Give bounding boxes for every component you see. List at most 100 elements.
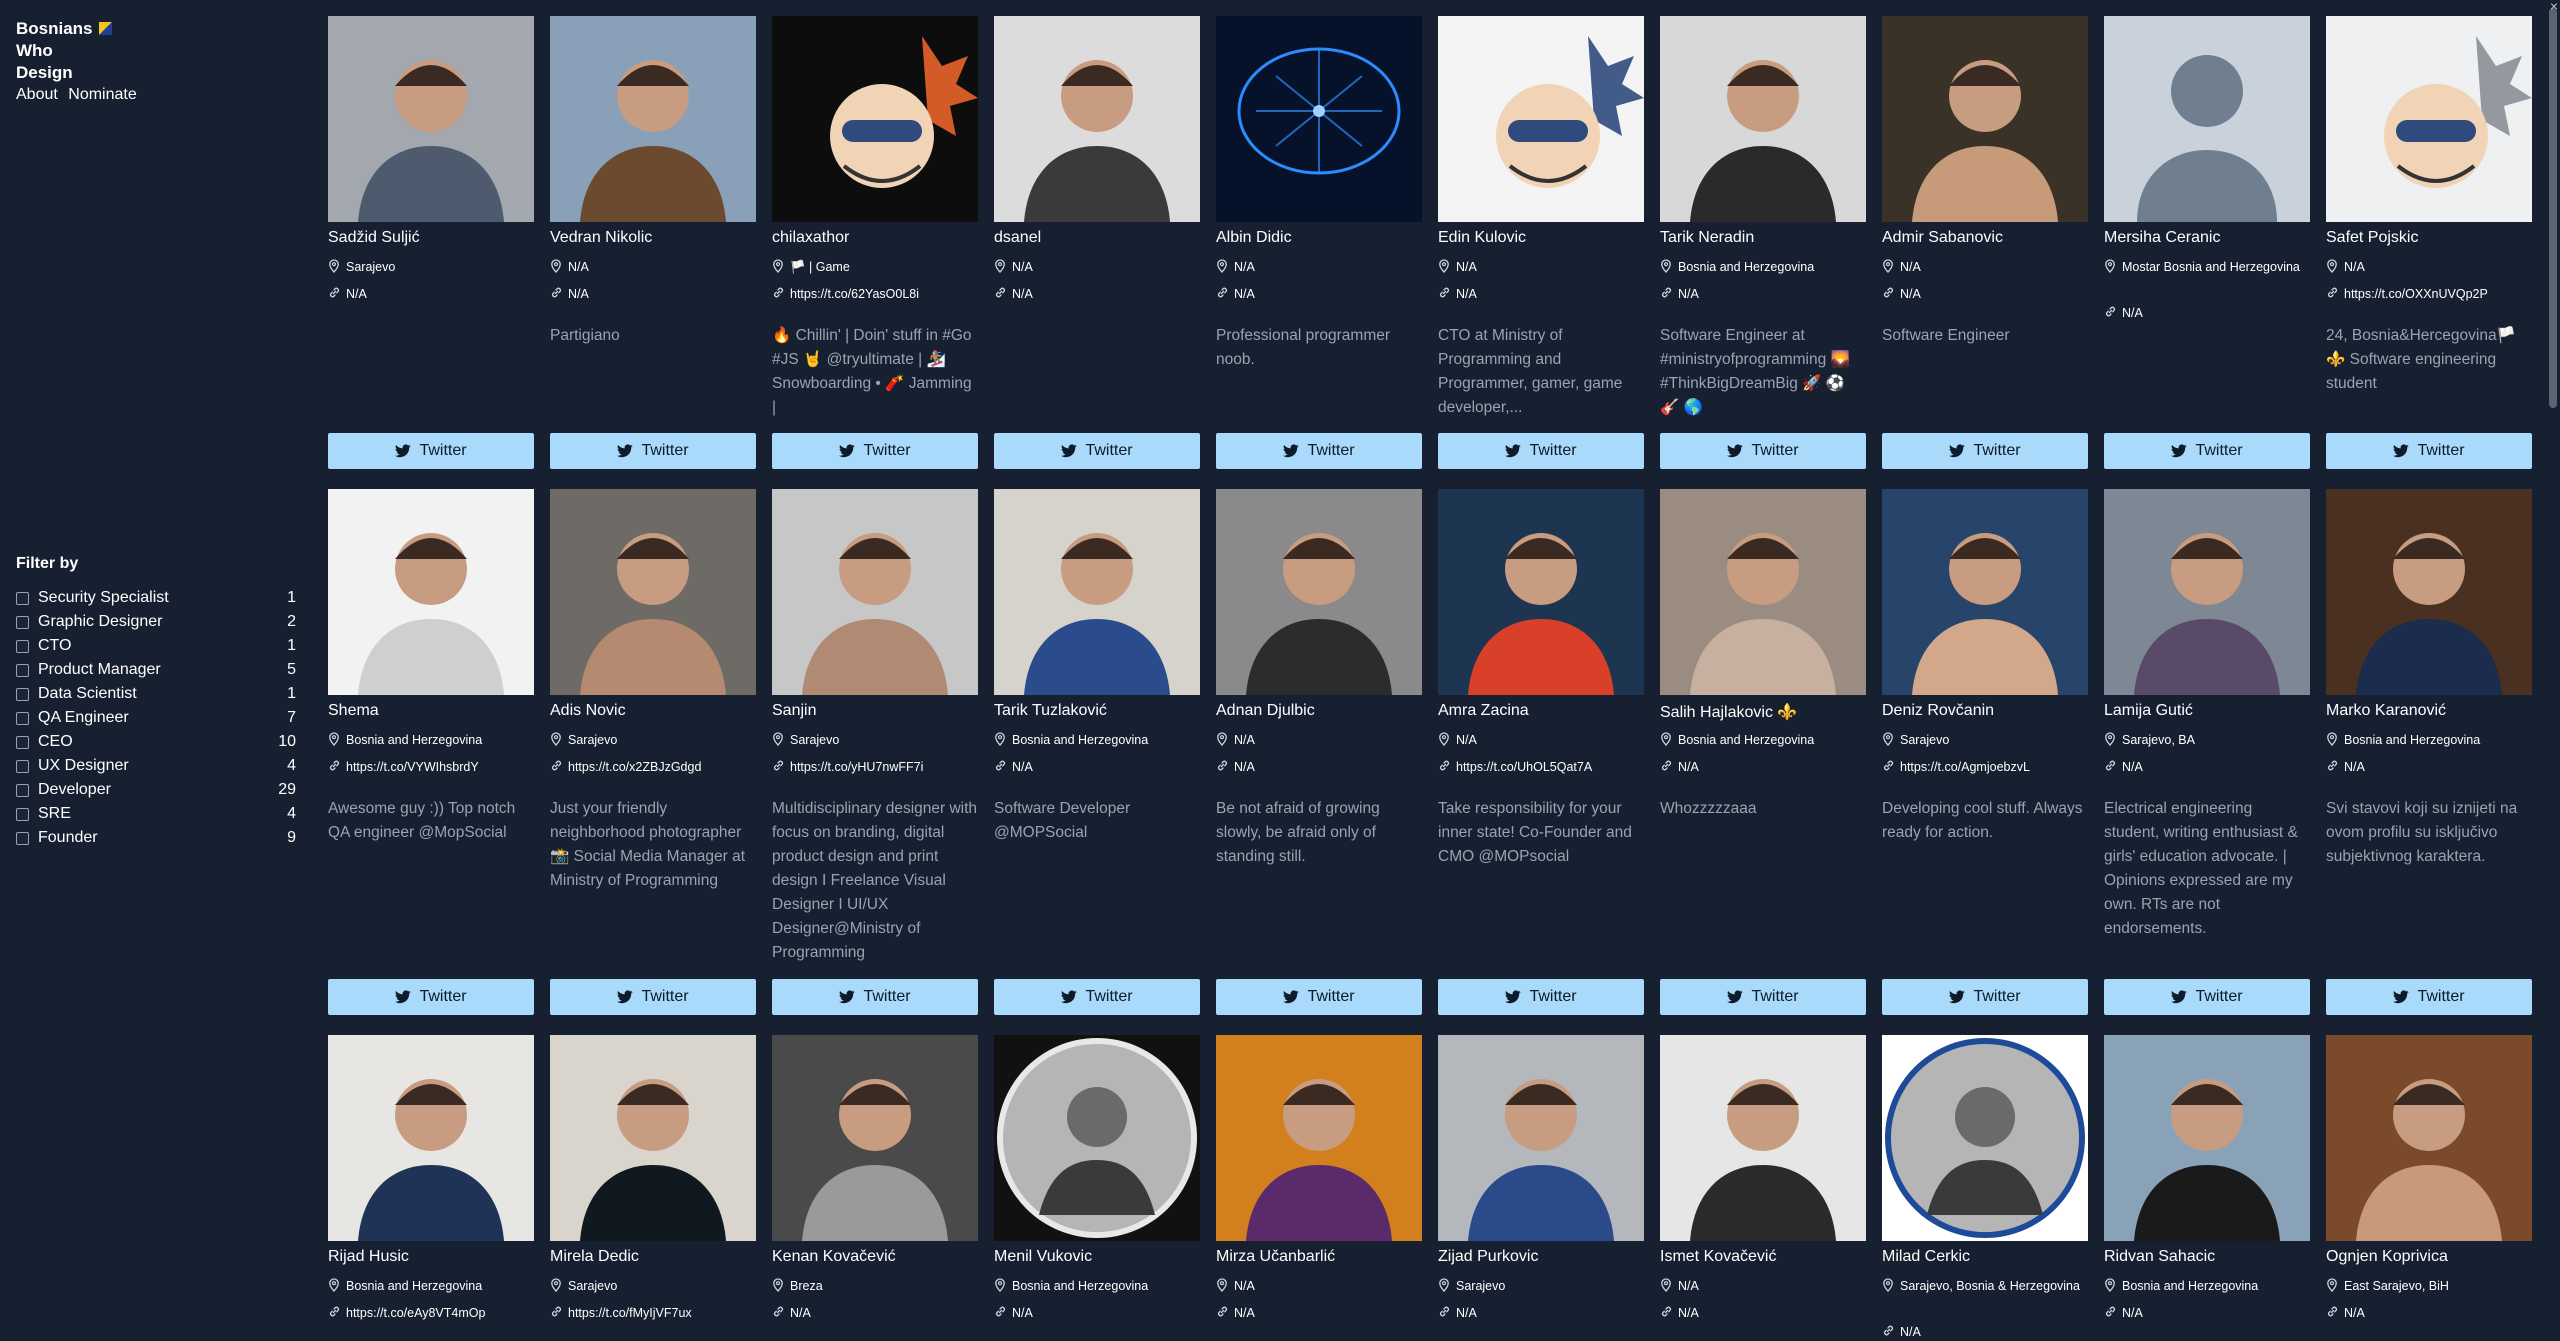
profile-link: https://t.co/fMyIjVF7ux <box>550 1305 756 1322</box>
location-text: Bosnia and Herzegovina <box>2122 1279 2259 1293</box>
link-text[interactable]: N/A <box>1456 286 1644 303</box>
link-text[interactable]: N/A <box>790 1305 978 1322</box>
twitter-button[interactable]: Twitter <box>1438 433 1644 469</box>
filter-checkbox[interactable] <box>16 615 29 629</box>
twitter-button[interactable]: Twitter <box>1216 979 1422 1015</box>
filter-item[interactable]: UX Designer 4 <box>16 754 296 778</box>
link-text[interactable]: https://t.co/yHU7nwFF7i <box>790 759 978 776</box>
map-pin-icon <box>550 732 568 750</box>
link-text[interactable]: N/A <box>1012 286 1200 303</box>
twitter-button[interactable]: Twitter <box>328 979 534 1015</box>
link-text[interactable]: N/A <box>568 286 756 303</box>
link-text[interactable]: N/A <box>2122 305 2310 322</box>
twitter-button[interactable]: Twitter <box>1660 979 1866 1015</box>
link-text[interactable]: https://t.co/62YasO0L8i <box>790 286 978 303</box>
location-text: Bosnia and Herzegovina <box>1678 733 1815 747</box>
filter-label: CEO <box>38 733 73 750</box>
filter-count: 2 <box>287 613 296 630</box>
profile-name: Mersiha Ceranic <box>2104 229 2221 246</box>
profile-location: Breza <box>772 1278 978 1296</box>
link-text[interactable]: N/A <box>2344 1305 2532 1322</box>
map-pin-icon <box>1438 1278 1456 1296</box>
filter-item[interactable]: Product Manager 5 <box>16 658 296 682</box>
filter-item[interactable]: Founder 9 <box>16 826 296 850</box>
filter-item[interactable]: Data Scientist 1 <box>16 682 296 706</box>
link-text[interactable]: N/A <box>1678 759 1866 776</box>
twitter-button[interactable]: Twitter <box>328 433 534 469</box>
location-text: N/A <box>1012 260 1033 274</box>
filter-item[interactable]: Developer 29 <box>16 778 296 802</box>
filter-checkbox[interactable] <box>16 663 29 677</box>
twitter-button[interactable]: Twitter <box>1660 433 1866 469</box>
link-text[interactable]: https://t.co/UhOL5Qat7A <box>1456 759 1644 776</box>
link-text[interactable]: https://t.co/fMyIjVF7ux <box>568 1305 756 1322</box>
twitter-button[interactable]: Twitter <box>550 979 756 1015</box>
scrollbar[interactable] <box>2546 0 2560 1315</box>
link-text[interactable]: https://t.co/eAy8VT4mOp <box>346 1305 534 1322</box>
link-text[interactable]: https://t.co/AgmjoebzvL <box>1900 759 2088 776</box>
filter-item[interactable]: CTO 1 <box>16 634 296 658</box>
link-text[interactable]: N/A <box>1234 759 1422 776</box>
filter-item[interactable]: CEO 10 <box>16 730 296 754</box>
link-text[interactable]: N/A <box>2122 759 2310 776</box>
link-text[interactable]: https://t.co/OXXnUVQp2P <box>2344 286 2532 303</box>
link-text[interactable]: https://t.co/x2ZBJzGdgd <box>568 759 756 776</box>
location-text: N/A <box>568 260 589 274</box>
twitter-button[interactable]: Twitter <box>1882 979 2088 1015</box>
profile-photo <box>550 489 756 695</box>
twitter-button[interactable]: Twitter <box>994 433 1200 469</box>
filter-checkbox[interactable] <box>16 591 29 605</box>
profile-photo <box>772 489 978 695</box>
profile-name: Vedran Nikolic <box>550 229 653 246</box>
link-text[interactable]: N/A <box>346 286 534 303</box>
profile-card: Milad Cerkic Sarajevo, Bosnia & Herzegovi… <box>1882 1035 2088 1339</box>
twitter-button[interactable]: Twitter <box>550 433 756 469</box>
filter-checkbox[interactable] <box>16 711 29 725</box>
twitter-button[interactable]: Twitter <box>1438 979 1644 1015</box>
link-text[interactable]: N/A <box>2122 1305 2310 1322</box>
link-text[interactable]: N/A <box>1900 1324 2088 1341</box>
twitter-button[interactable]: Twitter <box>772 433 978 469</box>
filter-checkbox[interactable] <box>16 639 29 653</box>
filter-item[interactable]: SRE 4 <box>16 802 296 826</box>
filter-item[interactable]: QA Engineer 7 <box>16 706 296 730</box>
link-text[interactable]: N/A <box>1012 1305 1200 1322</box>
filter-checkbox[interactable] <box>16 783 29 797</box>
link-text[interactable]: N/A <box>1900 286 2088 303</box>
filter-checkbox[interactable] <box>16 831 29 845</box>
close-icon[interactable]: × <box>2550 0 2558 14</box>
nav-nominate-link[interactable]: Nominate <box>68 86 136 103</box>
profile-card: chilaxathor 🏳️ | Game https://t.co/62YasO0… <box>772 16 978 416</box>
twitter-button[interactable]: Twitter <box>2326 433 2532 469</box>
filter-checkbox[interactable] <box>16 735 29 749</box>
twitter-button[interactable]: Twitter <box>2104 979 2310 1015</box>
link-text[interactable]: N/A <box>1678 1305 1866 1322</box>
twitter-bird-icon <box>1949 444 1966 458</box>
link-text[interactable]: N/A <box>1012 759 1200 776</box>
twitter-button[interactable]: Twitter <box>1216 433 1422 469</box>
filter-checkbox[interactable] <box>16 687 29 701</box>
link-text[interactable]: N/A <box>1234 286 1422 303</box>
site-logo[interactable]: Bosnians Who Design <box>16 18 112 84</box>
twitter-bird-icon <box>1061 990 1078 1004</box>
twitter-button-label: Twitter <box>1973 442 2021 459</box>
link-icon <box>550 1305 568 1322</box>
profile-bio: Software Engineer at #ministryofprogramm… <box>1660 327 1850 416</box>
link-text[interactable]: N/A <box>2344 759 2532 776</box>
filter-item[interactable]: Graphic Designer 2 <box>16 610 296 634</box>
filter-item[interactable]: Security Specialist 1 <box>16 586 296 610</box>
twitter-button[interactable]: Twitter <box>772 979 978 1015</box>
nav-about-link[interactable]: About <box>16 86 58 103</box>
link-text[interactable]: N/A <box>1234 1305 1422 1322</box>
twitter-button[interactable]: Twitter <box>2326 979 2532 1015</box>
twitter-button[interactable]: Twitter <box>1882 433 2088 469</box>
link-text[interactable]: N/A <box>1678 286 1866 303</box>
filter-checkbox[interactable] <box>16 807 29 821</box>
link-text[interactable]: N/A <box>1456 1305 1644 1322</box>
link-text[interactable]: https://t.co/VYWIhsbrdY <box>346 759 534 776</box>
scrollbar-thumb[interactable] <box>2549 8 2557 408</box>
filter-checkbox[interactable] <box>16 759 29 773</box>
link-icon <box>994 1305 1012 1322</box>
twitter-button[interactable]: Twitter <box>2104 433 2310 469</box>
twitter-button[interactable]: Twitter <box>994 979 1200 1015</box>
